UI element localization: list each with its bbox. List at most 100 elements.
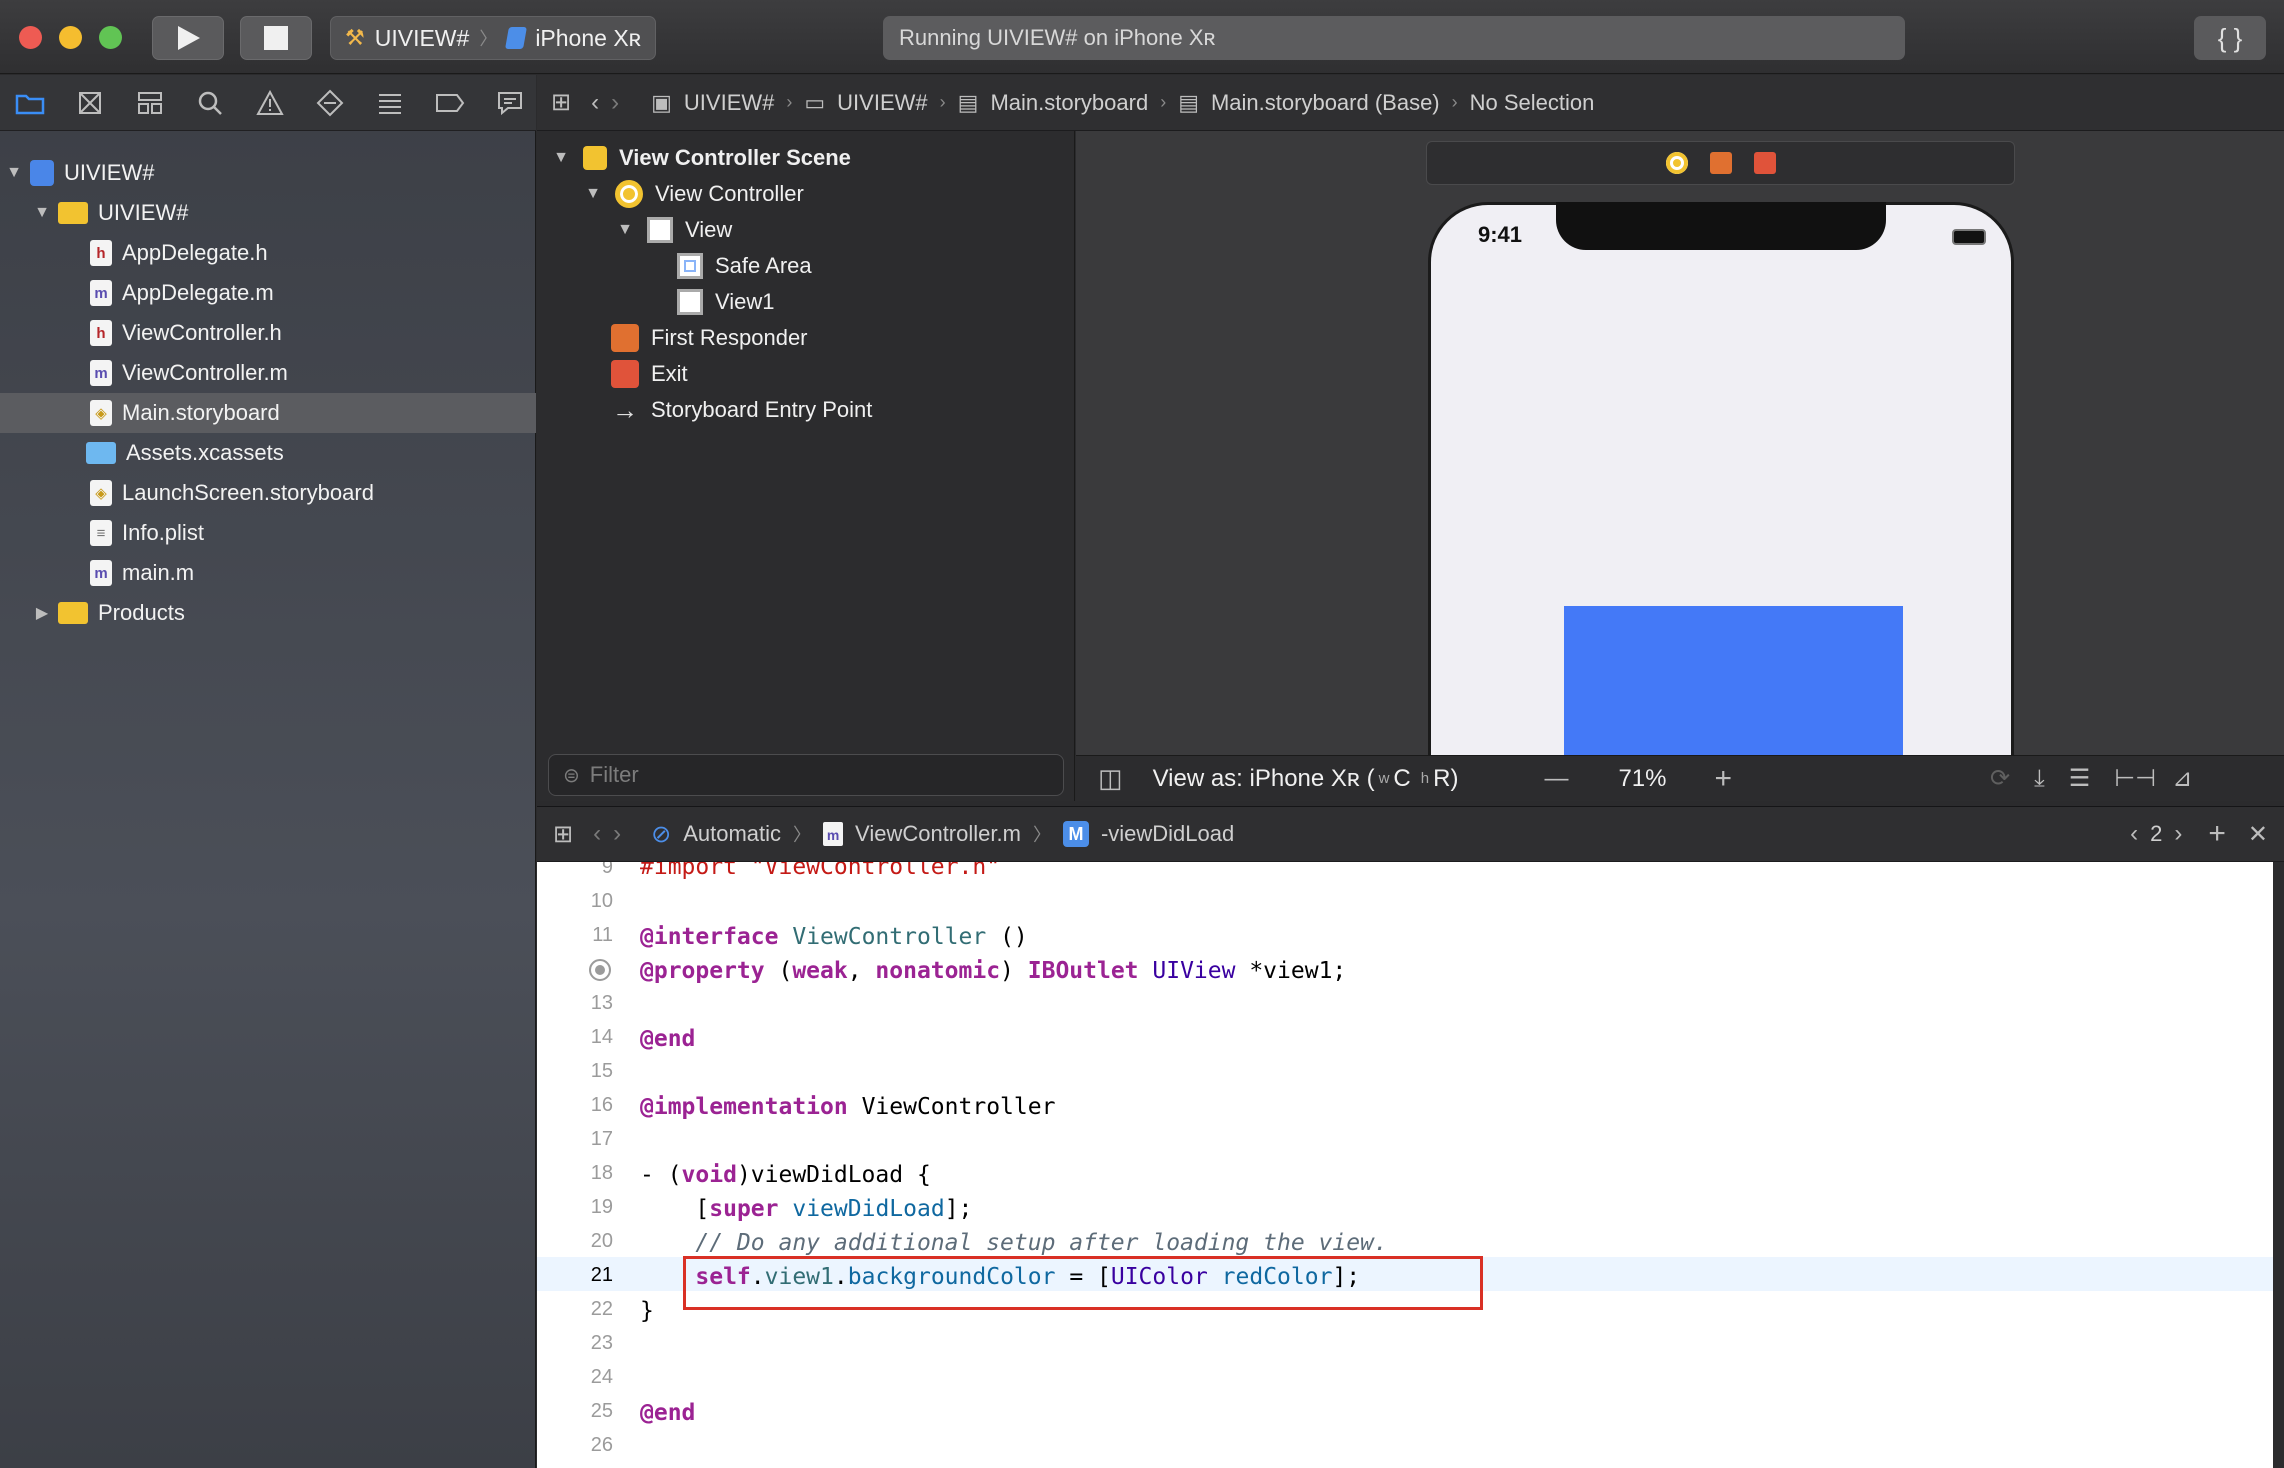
previous-counterpart-icon[interactable]: ‹ [2130,820,2138,848]
braces-icon: { } [2217,22,2243,53]
outline-label: First Responder [651,325,808,350]
device-name[interactable]: iPhone Xʀ [535,25,641,52]
document-outline: ▼ View Controller Scene ▼ View Controlle… [537,131,1075,801]
tree-item-group[interactable]: ▼ UIVIEW# [0,193,536,233]
resolve-issues-icon[interactable]: ⊿ [2172,764,2192,793]
close-editor-icon[interactable]: ✕ [2248,820,2268,849]
disclosure-open-icon[interactable]: ▼ [551,149,571,167]
tree-item-file[interactable]: ◈ LaunchScreen.storyboard [0,473,536,513]
back-arrow-icon[interactable]: ‹ [591,89,599,117]
editor-scroll-edge [2273,862,2284,1468]
tree-item-file[interactable]: h AppDelegate.h [0,233,536,273]
breadcrumb-item[interactable]: Main.storyboard (Base) [1211,90,1440,116]
code-line-18: - (void)viewDidLoad { [640,1162,931,1188]
tree-item-products[interactable]: ▶ Products [0,593,536,633]
exit-icon[interactable] [1753,152,1776,174]
outline-view[interactable]: ▼ View [615,212,732,248]
view-controller-icon[interactable] [1665,152,1688,174]
breadcrumb-item[interactable]: Main.storyboard [990,90,1148,116]
disclosure-open-icon[interactable]: ▼ [615,221,635,239]
zoom-window-button[interactable] [99,26,122,49]
outline-entry-point[interactable]: → Storyboard Entry Point [611,392,872,428]
close-window-button[interactable] [19,26,42,49]
search-icon[interactable] [186,83,234,123]
tree-item-file[interactable]: m main.m [0,553,536,593]
zoom-in-button[interactable]: + [1714,762,1732,796]
embed-in-icon[interactable]: ⤓ [2034,765,2045,793]
next-counterpart-icon[interactable]: › [2174,820,2182,848]
library-button[interactable]: { } [2194,16,2266,60]
align-icon[interactable]: ☰ [2069,764,2091,793]
add-editor-icon[interactable]: + [2208,817,2226,851]
debug-icon[interactable] [366,83,414,123]
breadcrumb-item[interactable]: UIVIEW# [837,90,927,116]
folder-icon[interactable] [6,83,54,123]
tree-item-project[interactable]: ▼ UIVIEW# [0,153,536,193]
outline-label: Storyboard Entry Point [651,397,873,422]
breadcrumb-item[interactable]: No Selection [1470,90,1595,116]
tree-item-label: ViewController.h [122,320,282,345]
disclosure-open-icon[interactable]: ▼ [4,164,24,182]
breadcrumb-method[interactable]: -viewDidLoad [1101,821,1234,847]
breakpoint-icon[interactable] [426,83,474,123]
warning-icon[interactable] [246,83,294,123]
run-button[interactable] [152,16,224,60]
line-number: 21 [590,1264,613,1286]
battery-icon [1952,229,1986,245]
outline-scene[interactable]: ▼ View Controller Scene [551,140,851,176]
tree-item-file[interactable]: m AppDelegate.m [0,273,536,313]
zoom-level[interactable]: 71% [1618,765,1666,793]
source-control-icon[interactable] [66,83,114,123]
tree-item-label: ViewController.m [122,360,288,385]
outline-safe-area[interactable]: Safe Area [677,248,812,284]
code-line-14: @end [640,1026,695,1052]
outline-first-responder[interactable]: First Responder [611,320,808,356]
breadcrumb-file[interactable]: ViewController.m [855,821,1021,847]
token: @end [640,1400,696,1426]
disclosure-open-icon[interactable]: ▼ [583,185,603,203]
outline-exit[interactable]: Exit [611,356,688,392]
automatic-mode[interactable]: Automatic [683,821,781,847]
line-number: 14 [590,1026,613,1048]
h-file-icon: h [90,240,112,266]
view1-blue-view[interactable] [1564,606,1903,756]
source-editor[interactable]: 91011121314151617181920212223242526 #imp… [537,862,2273,1468]
breadcrumb-item[interactable]: UIVIEW# [684,90,774,116]
line-number: 13 [590,992,613,1014]
add-constraints-icon[interactable]: ⊢⊣ [2114,764,2156,793]
hierarchy-icon[interactable] [126,83,174,123]
scheme-name[interactable]: UIVIEW# [375,25,470,52]
tree-item-file[interactable]: ≡ Info.plist [0,513,536,553]
tree-item-label: Products [98,600,185,625]
disclosure-open-icon[interactable]: ▼ [32,204,52,222]
stop-button[interactable] [240,16,312,60]
tree-item-file[interactable]: Assets.xcassets [0,433,536,473]
view-as-label[interactable]: View as: iPhone Xʀ ( [1153,765,1375,793]
tree-item-label: UIVIEW# [64,160,155,185]
outline-label: View1 [715,289,775,314]
minimize-window-button[interactable] [59,26,82,49]
related-items-icon[interactable]: ⊞ [551,88,571,117]
outline-filter-field[interactable]: ⊜ Filter [548,754,1064,796]
tree-item-file[interactable]: h ViewController.h [0,313,536,353]
scheme-selector[interactable]: ⚒ UIVIEW# 〉 iPhone Xʀ [330,16,656,60]
outlet-connection-icon[interactable] [589,959,611,981]
report-icon[interactable] [486,83,534,123]
canvas-bottom-bar: ◫ View as: iPhone Xʀ ( w C h R) — 71% + … [1076,755,2284,801]
tree-item-file[interactable]: m ViewController.m [0,353,536,393]
token: @implementation [640,1094,848,1120]
update-frames-icon[interactable]: ⟳ [1990,764,2010,793]
back-arrow-icon[interactable]: ‹ [593,820,601,848]
first-responder-icon[interactable] [1709,152,1732,174]
related-items-icon[interactable]: ⊞ [553,820,573,849]
outline-view-controller[interactable]: ▼ View Controller [583,176,804,212]
forward-arrow-icon[interactable]: › [613,820,621,848]
zoom-out-button[interactable]: — [1544,765,1568,793]
forward-arrow-icon[interactable]: › [611,89,619,117]
disclosure-closed-icon[interactable]: ▶ [32,603,52,623]
show-outline-icon[interactable]: ◫ [1098,763,1123,794]
token: ) [1000,958,1028,984]
tree-item-file[interactable]: ◈ Main.storyboard [0,393,536,433]
outline-view1[interactable]: View1 [677,284,775,320]
test-icon[interactable] [306,83,354,123]
